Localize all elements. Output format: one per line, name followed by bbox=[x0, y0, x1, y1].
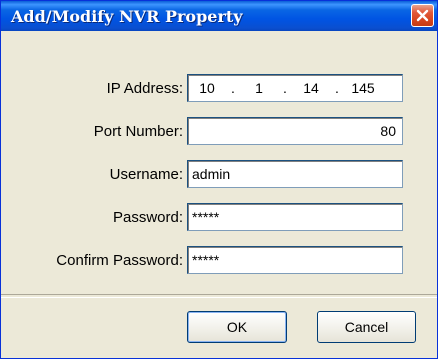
ip-separator: . bbox=[231, 80, 235, 96]
ip-address-label: IP Address: bbox=[106, 80, 183, 97]
window-title: Add/Modify NVR Property bbox=[11, 7, 243, 26]
close-button[interactable] bbox=[411, 4, 434, 27]
ip-separator: . bbox=[283, 80, 287, 96]
ip-separator: . bbox=[335, 80, 339, 96]
ip-octet-1[interactable]: 10 bbox=[188, 80, 226, 96]
nvr-property-dialog: Add/Modify NVR Property IP Address: 10 .… bbox=[0, 0, 438, 359]
port-number-input[interactable] bbox=[188, 118, 402, 144]
ok-button[interactable]: OK bbox=[187, 311, 287, 343]
separator-line bbox=[1, 294, 437, 298]
ip-octet-4[interactable]: 145 bbox=[344, 80, 382, 96]
username-input[interactable] bbox=[188, 161, 402, 187]
port-number-field bbox=[187, 117, 403, 145]
confirm-password-label: Confirm Password: bbox=[56, 252, 183, 269]
username-field bbox=[187, 160, 403, 188]
password-label: Password: bbox=[112, 209, 183, 226]
ip-octet-3[interactable]: 14 bbox=[292, 80, 330, 96]
title-bar[interactable]: Add/Modify NVR Property bbox=[1, 1, 437, 31]
close-icon bbox=[416, 9, 429, 22]
ip-address-field[interactable]: 10 . 1 . 14 . 145 bbox=[187, 74, 403, 102]
port-number-label: Port Number: bbox=[93, 123, 183, 140]
password-input[interactable] bbox=[188, 204, 402, 230]
cancel-button[interactable]: Cancel bbox=[317, 311, 416, 343]
confirm-password-input[interactable] bbox=[188, 247, 402, 273]
ip-octet-2[interactable]: 1 bbox=[240, 80, 278, 96]
username-label: Username: bbox=[109, 166, 183, 183]
password-field bbox=[187, 203, 403, 231]
confirm-password-field bbox=[187, 246, 403, 274]
dialog-body: IP Address: 10 . 1 . 14 . 145 Port Numbe… bbox=[1, 31, 437, 358]
